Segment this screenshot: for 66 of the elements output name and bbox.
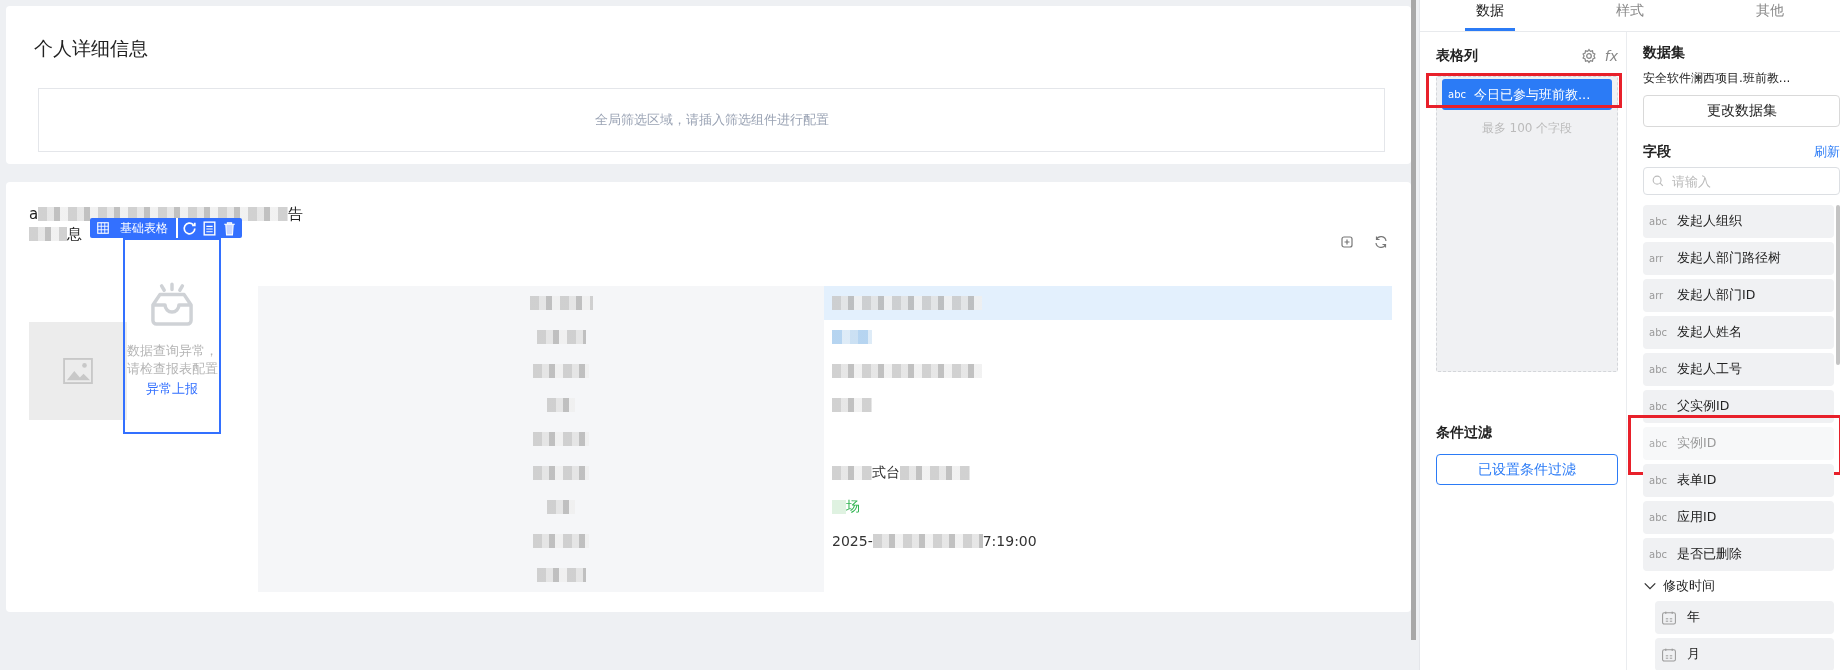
redacted-text [29,227,67,241]
redacted-text [832,466,872,480]
scrollbar[interactable] [1836,205,1840,365]
refresh-icon[interactable] [181,219,198,237]
section-title: 表格列 [1436,47,1479,65]
search-field[interactable]: 请输入 [1643,167,1840,195]
redacted-text [533,466,589,480]
field-item[interactable]: 月 [1655,638,1834,670]
filter-button[interactable]: 已设置条件过滤 [1436,454,1618,485]
field-item[interactable]: arr 发起人部门ID [1643,279,1834,312]
field-item[interactable]: abc 是否已删除 [1643,538,1834,571]
field-item[interactable]: abc 父实例ID [1643,390,1834,423]
dataset-name: 安全软件澜西项目.班前教... [1643,70,1792,87]
calendar-icon [1661,609,1677,626]
report-link[interactable]: 异常上报 [146,380,198,398]
redacted-text [536,568,586,582]
page-title: 个人详细信息 [34,36,149,61]
calendar-icon [1661,646,1677,663]
panel-tab[interactable]: 其他 [1745,0,1795,31]
redacted-text [547,500,575,514]
value-text: 2025- [832,533,873,549]
redacted-text [832,500,846,514]
heading-text: 息 [67,224,82,244]
redacted-text [547,398,575,412]
field-item[interactable]: abc 发起人工号 [1643,353,1834,386]
redacted-text [832,398,872,412]
redacted-text [533,534,589,548]
panel-tab[interactable]: 样式 [1605,0,1655,31]
error-message: 数据查询异常， [126,342,218,360]
value-text: 式台 [872,464,900,482]
section-title: 条件过滤 [1436,424,1493,442]
redacted-text [832,330,872,344]
formula-button[interactable]: fx [1604,48,1618,64]
field-item[interactable]: 年 [1655,601,1834,634]
add-icon[interactable] [1339,234,1355,250]
redacted-text [900,466,970,480]
panel-tab[interactable]: 数据 [1465,0,1515,31]
field-item[interactable]: arr 发起人部门路径树 [1643,242,1834,275]
image-icon [63,358,93,384]
redacted-text [529,296,593,310]
heading-text: a [29,204,39,224]
section-title: 字段 [1643,143,1671,161]
redacted-text [533,432,589,446]
field-item[interactable]: abc 发起人组织 [1643,205,1834,238]
change-dataset-button[interactable]: 更改数据集 [1643,95,1840,127]
redacted-text [533,364,589,378]
section-title: 数据集 [1643,44,1686,62]
settings-icon[interactable] [1580,48,1597,64]
field-item[interactable]: abc 应用ID [1643,501,1834,534]
error-message: 请检查报表配置 [126,360,218,378]
refresh-icon[interactable] [1373,234,1389,250]
search-icon [1651,174,1665,188]
field-item[interactable]: abc 表单ID [1643,464,1834,497]
value-text: 7:19:00 [982,533,1037,549]
table-component[interactable]: 数据查询异常， 请检查报表配置 异常上报 [123,238,221,434]
delete-icon[interactable] [221,219,238,237]
scrollbar[interactable] [1411,0,1416,640]
table-icon [96,221,110,235]
redacted-text [536,330,586,344]
heading-text: 告 [288,204,304,224]
field-item[interactable]: abc 发起人姓名 [1643,316,1834,349]
document-icon[interactable] [201,219,218,237]
field-group[interactable]: 修改时间 [1643,575,1834,597]
value-text: 场 [846,498,860,516]
filter-area: 全局筛选区域，请插入筛选组件进行配置 [38,88,1385,152]
refresh-link[interactable]: 刷新 [1814,143,1840,161]
